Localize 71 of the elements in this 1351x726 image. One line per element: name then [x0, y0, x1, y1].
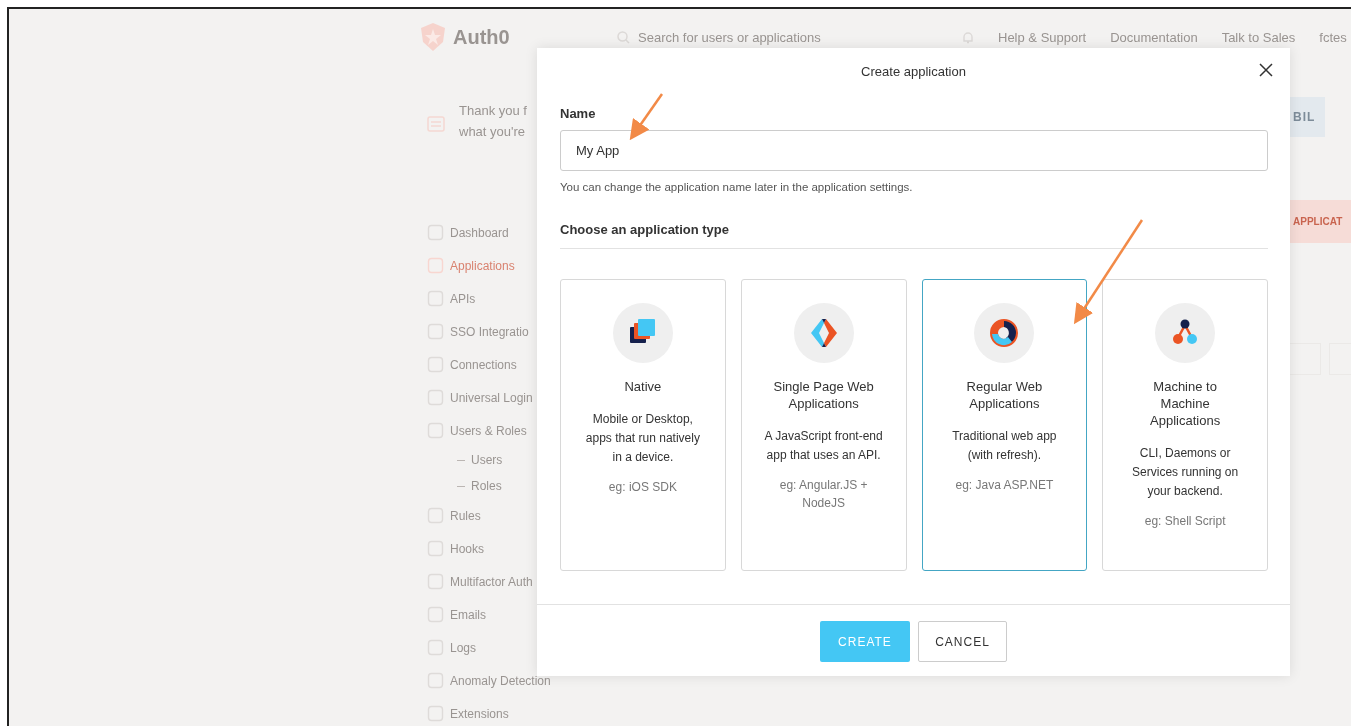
field-label: Name: [560, 106, 597, 121]
sidebar-item[interactable]: Emails: [419, 598, 486, 631]
notice-text: Thank you f: [459, 103, 528, 118]
card-description: Mobile or Desktop, apps that run natively in a device.: [584, 411, 701, 466]
header-link[interactable]: Help & Support: [998, 29, 1087, 45]
rounded-square-icon: [427, 573, 444, 590]
section-title: Choose an application type: [560, 222, 731, 237]
rounded-square-icon: [427, 540, 444, 557]
card-title: Machine to Machine Applications: [1149, 378, 1222, 429]
annotation-arrow: [629, 93, 664, 141]
card-title: Single Page Web Applications: [772, 378, 875, 412]
rounded-square-icon: [427, 257, 444, 274]
sidebar-item[interactable]: Anomaly Detection: [419, 664, 551, 697]
logo-text: Auth0: [453, 25, 510, 49]
sidebar-item[interactable]: Connections: [419, 348, 517, 381]
sidebar-subitem[interactable]: Roles: [419, 473, 502, 499]
rounded-square-icon: [427, 507, 444, 524]
card-title: Native: [623, 378, 663, 395]
header-link[interactable]: Documentation: [1110, 29, 1198, 45]
create-application-button[interactable]: APPLICAT: [1289, 200, 1351, 243]
sidebar-item[interactable]: APIs: [419, 282, 476, 315]
sidebar-item[interactable]: Applications: [419, 249, 515, 282]
sidebar-item[interactable]: Hooks: [419, 532, 484, 565]
sidebar-item[interactable]: Logs: [419, 631, 477, 664]
sidebar-item[interactable]: Universal Login: [419, 381, 533, 414]
star-shield-logo-icon: [419, 22, 447, 52]
dialog-title: Create application: [861, 63, 966, 79]
sidebar-item[interactable]: SSO Integratio: [419, 315, 529, 348]
stacked-squares-icon: [612, 303, 673, 363]
close-icon[interactable]: [1259, 63, 1273, 77]
header-link[interactable]: Talk to Sales: [1221, 29, 1296, 45]
helper-text: You can change the application name later in the application settings.: [560, 181, 914, 193]
rounded-square-icon: [427, 672, 444, 689]
sidebar-subitem[interactable]: Users: [419, 447, 503, 473]
rounded-square-icon: [427, 422, 444, 439]
rounded-square-icon: [427, 389, 444, 406]
cancel-button[interactable]: CANCEL: [918, 621, 1007, 662]
card-title: Regular Web Applications: [965, 378, 1044, 412]
connected-nodes-icon: [1155, 303, 1216, 363]
card-description: Traditional web app (with refresh).: [951, 428, 1058, 464]
card-icon: [427, 115, 445, 133]
rounded-square-icon: [427, 639, 444, 656]
sidebar-item[interactable]: Extensions: [419, 697, 509, 726]
sidebar-item[interactable]: Rules: [419, 499, 481, 532]
sidebar-item[interactable]: Multifactor Auth: [419, 565, 533, 598]
notice-text: what you're: [459, 124, 527, 139]
card-example: eg: Java ASP.NET: [954, 477, 1055, 494]
search-placeholder[interactable]: Search for users or applications: [638, 29, 821, 45]
rounded-square-icon: [427, 356, 444, 373]
sidebar-item[interactable]: Users & Roles: [419, 414, 527, 447]
application-type-card[interactable]: Machine to Machine Applications CLI, Daemons or Services running on your backend. eg: Shell Script: [1102, 279, 1268, 571]
application-type-card[interactable]: Regular Web Applications Traditional web app (with refresh). eg: Java ASP.NET: [921, 279, 1088, 571]
rounded-square-icon: [427, 705, 444, 722]
name-input-field[interactable]: My App: [560, 130, 1268, 171]
search-icon: [617, 30, 630, 44]
card-description: CLI, Daemons or Services running on your backend.: [1131, 445, 1240, 500]
header-link[interactable]: fctes: [1319, 29, 1347, 45]
application-type-card[interactable]: Single Page Web Applications A JavaScript front-end app that uses an API. eg: Angular.JS + NodeJS: [740, 279, 907, 571]
card-example: eg: Angular.JS + NodeJS: [778, 477, 869, 512]
application-type-card[interactable]: Native Mobile or Desktop, apps that run natively in a device. eg: iOS SDK: [560, 279, 726, 571]
rounded-square-icon: [427, 290, 444, 307]
card-example: eg: Shell Script: [1143, 513, 1227, 530]
ring-icon: [974, 303, 1035, 363]
rounded-square-icon: [427, 606, 444, 623]
bell-icon[interactable]: [962, 30, 974, 44]
card-example: eg: iOS SDK: [607, 479, 678, 496]
card-description: A JavaScript front-end app that uses an API.: [763, 428, 884, 464]
rounded-square-icon: [427, 323, 444, 340]
create-button[interactable]: CREATE: [820, 621, 910, 662]
rounded-square-icon: [427, 224, 444, 241]
sidebar-item[interactable]: Dashboard: [419, 216, 509, 249]
